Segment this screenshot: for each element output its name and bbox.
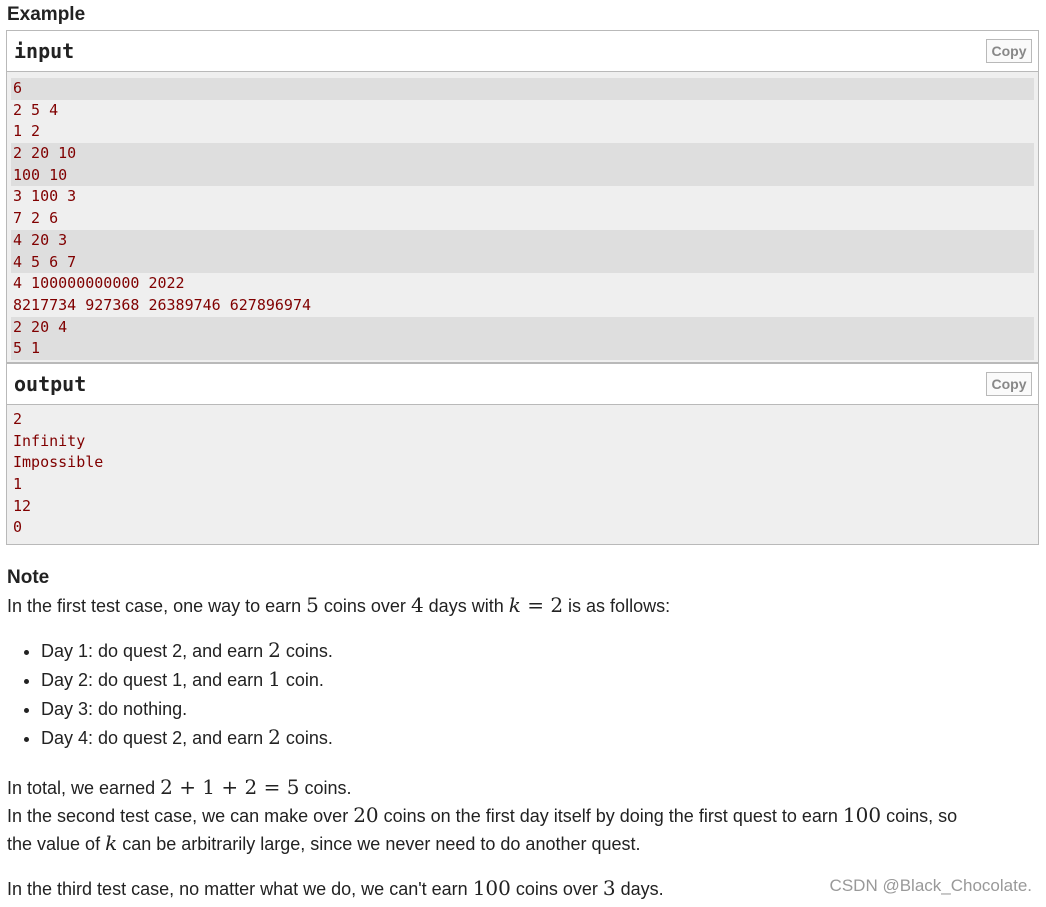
output-line: 12 [13, 496, 32, 515]
input-lines: 62 5 4 1 2 2 20 10 100 10 3 100 3 7 2 64 20 3… [7, 72, 1038, 364]
input-line: 4 100000000000 2022 [13, 274, 185, 293]
input-line: 8217734 927368 26389746 627896974 [13, 295, 312, 314]
input-line: 4 20 3 [11, 229, 1034, 252]
input-line: 1 2 [13, 122, 41, 141]
example-title: Example [7, 4, 86, 25]
list-item: Day 3: do nothing. [41, 694, 333, 723]
list-item: Day 2: do quest 1, and earn 1 coin. [41, 665, 333, 694]
steps-list: Day 1: do quest 2, and earn 2 coins. Day… [7, 636, 333, 752]
list-item: Day 1: do quest 2, and earn 2 coins. [41, 636, 333, 665]
list-item: Day 4: do quest 2, and earn 2 coins. [41, 723, 333, 752]
output-header: output Copy [7, 364, 1038, 405]
output-line: 2 [13, 410, 23, 428]
input-line: 2 20 4 [11, 316, 1034, 339]
input-header-label: input [14, 39, 75, 63]
note-title: Note [7, 567, 50, 588]
input-line: 4 5 6 7 [11, 251, 1034, 274]
output-box: output Copy 2 Infinity Impossible 1 12 0 [6, 363, 1039, 545]
note-paragraph-3: In the second test case, we can make ove… [7, 803, 958, 855]
input-box: input Copy 62 5 4 1 2 2 20 10 100 10 3 100 3… [6, 30, 1039, 363]
input-line: 2 5 4 [13, 100, 59, 119]
output-line: 1 [13, 475, 23, 494]
output-line: Impossible [13, 453, 104, 472]
watermark: CSDN @Black_Chocolate. [829, 876, 1032, 895]
output-line: 0 [13, 518, 23, 537]
input-line: 2 20 10 [11, 143, 1034, 165]
note-paragraph-2: In total, we earned 2 + 1 + 2 = 5 coins. [7, 775, 352, 799]
note-paragraph-1: In the first test case, one way to earn … [7, 593, 671, 617]
output-header-label: output [14, 372, 87, 396]
input-line: 6 [11, 78, 1034, 100]
input-line: 7 2 6 [13, 209, 59, 228]
copy-input-button[interactable]: Copy [986, 39, 1032, 63]
output-line: Infinity [13, 431, 86, 450]
output-lines: 2 Infinity Impossible 1 12 0 [7, 405, 1038, 543]
note-paragraph-4: In the third test case, no matter what w… [7, 876, 664, 900]
input-line: 3 100 3 [13, 187, 77, 206]
input-line: 5 1 [11, 338, 1034, 360]
input-line: 100 10 [11, 164, 1034, 187]
input-header: input Copy [7, 31, 1038, 72]
copy-output-button[interactable]: Copy [986, 372, 1032, 396]
